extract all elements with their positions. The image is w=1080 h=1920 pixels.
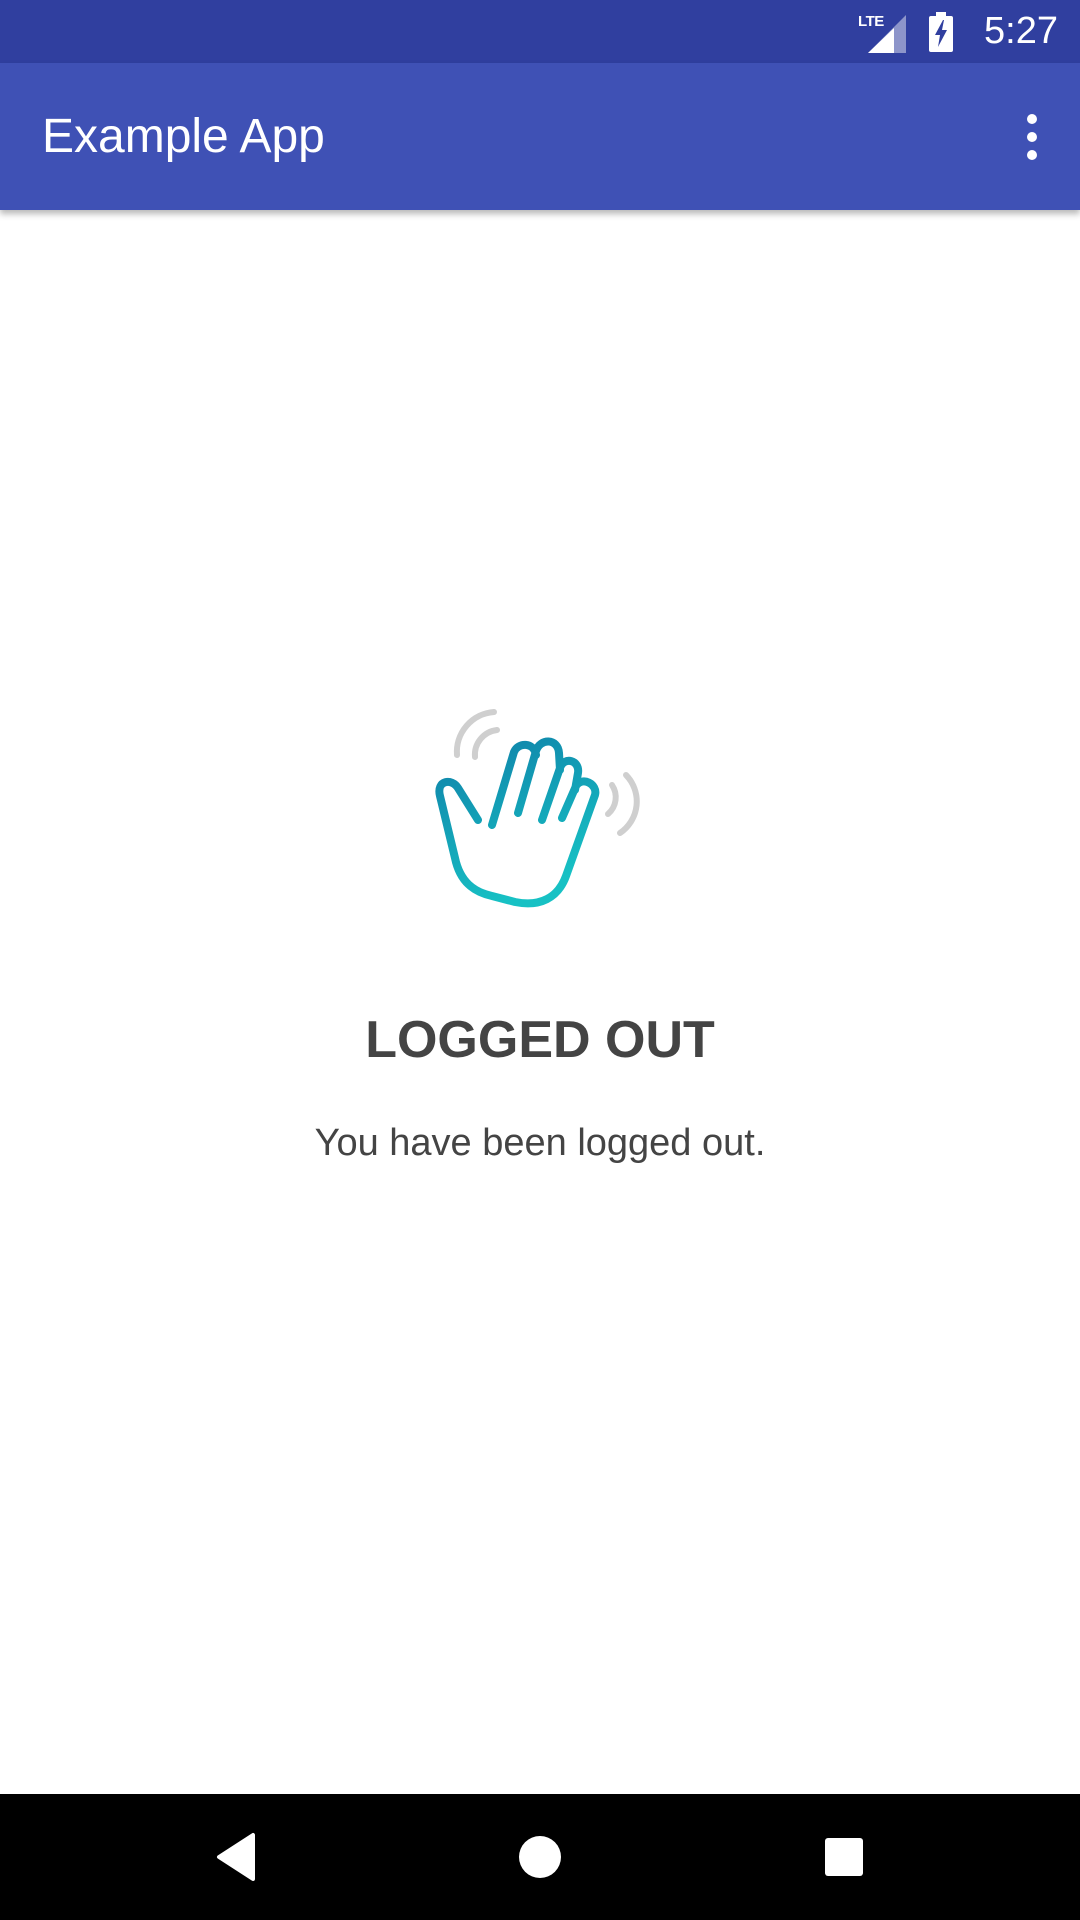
logged-out-message: You have been logged out.	[314, 1122, 766, 1164]
more-vert-icon-dot	[1027, 132, 1037, 142]
battery-charging-icon	[929, 11, 954, 52]
navigation-bar	[0, 1794, 1080, 1920]
status-time: 5:27	[984, 10, 1058, 52]
more-vert-icon-dot	[1027, 150, 1037, 160]
recents-button[interactable]	[804, 1817, 884, 1897]
more-vert-icon	[1027, 114, 1037, 124]
waving-hand-icon	[435, 709, 640, 908]
logged-out-title: LOGGED OUT	[365, 1011, 715, 1069]
overflow-menu-button[interactable]	[1002, 100, 1062, 174]
home-icon	[519, 1836, 561, 1878]
back-icon	[217, 1833, 255, 1881]
lte-signal-icon: LTE	[858, 11, 908, 53]
status-bar: LTE 5:27	[0, 0, 1080, 63]
screen: LTE 5:27 Example App LOGGED OUT You have…	[0, 0, 1080, 1920]
main-content: LOGGED OUT You have been logged out.	[0, 210, 1080, 1794]
app-bar: Example App	[0, 63, 1080, 210]
app-title: Example App	[42, 110, 325, 163]
home-button[interactable]	[500, 1817, 580, 1897]
back-button[interactable]	[197, 1817, 277, 1897]
status-icons: LTE 5:27	[858, 0, 1058, 63]
recents-icon	[825, 1838, 863, 1876]
